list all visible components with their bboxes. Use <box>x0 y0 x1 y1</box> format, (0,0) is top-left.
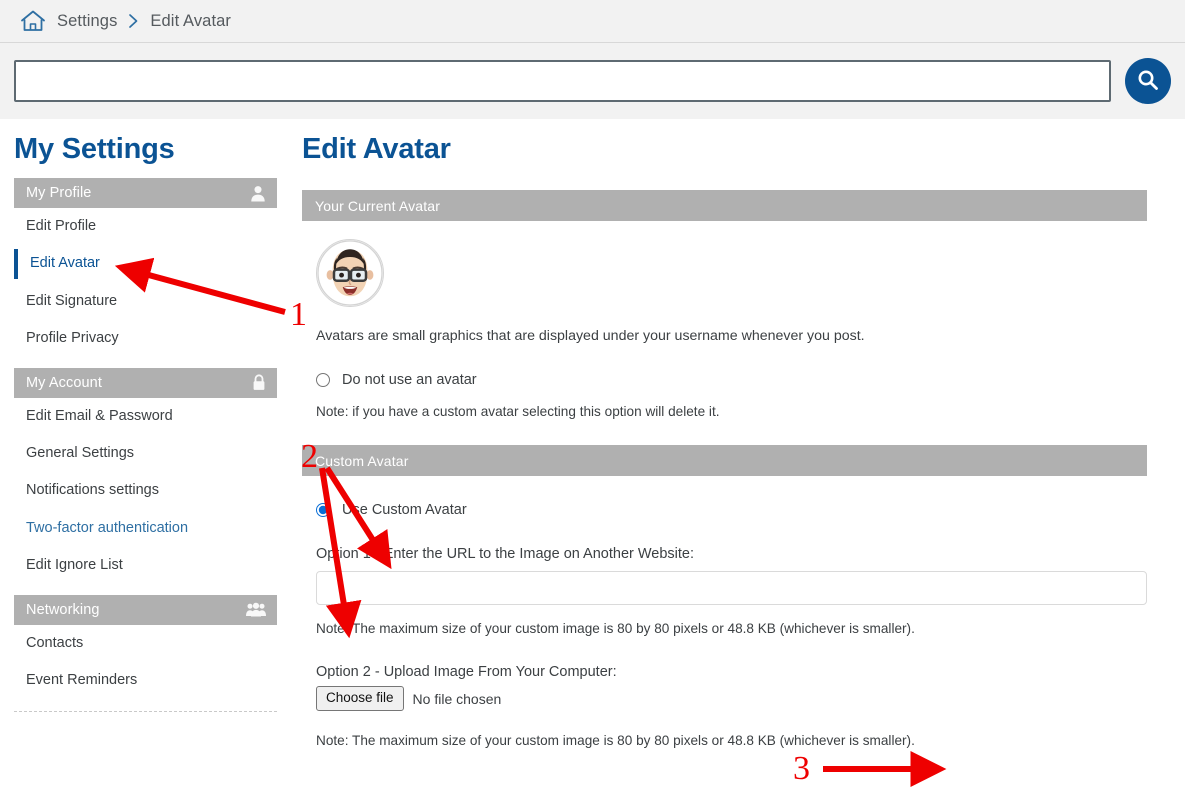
sidebar-item-label: Contacts <box>26 634 84 651</box>
sidebar-group-my-account: My Account <box>14 367 277 398</box>
section-body-custom-avatar: Use Custom Avatar Option 1 - Enter the U… <box>302 502 1147 800</box>
avatar <box>316 239 384 307</box>
sidebar-group-label: Networking <box>26 601 100 618</box>
sidebar-item-event-reminders[interactable]: Event Reminders <box>14 662 277 699</box>
sidebar-item-label: Event Reminders <box>26 671 138 688</box>
section-header-custom-avatar: Custom Avatar <box>302 445 1147 477</box>
search-input[interactable] <box>14 60 1111 102</box>
page-body: My Settings My Profile Edit Profile Edit… <box>0 119 1185 800</box>
sidebar-item-contacts[interactable]: Contacts <box>14 625 277 662</box>
sidebar-item-notifications-settings[interactable]: Notifications settings <box>14 472 277 509</box>
no-avatar-radio[interactable] <box>316 373 330 388</box>
use-custom-avatar-radio[interactable] <box>316 503 330 518</box>
avatar-description: Avatars are small graphics that are disp… <box>316 328 865 344</box>
sidebar-item-label: Edit Profile <box>26 218 97 234</box>
no-avatar-note: Note: if you have a custom avatar select… <box>316 404 720 420</box>
user-icon <box>250 185 266 202</box>
option2-note: Note: The maximum size of your custom im… <box>316 733 915 749</box>
sidebar-item-edit-profile[interactable]: Edit Profile <box>14 208 277 245</box>
sidebar-item-label: Edit Signature <box>26 292 118 309</box>
no-avatar-option-row: Do not use an avatar <box>316 372 1147 388</box>
no-avatar-label[interactable]: Do not use an avatar <box>342 372 477 388</box>
sidebar-item-edit-email-password[interactable]: Edit Email & Password <box>14 398 277 435</box>
chevron-right-icon <box>128 13 139 29</box>
search-button[interactable] <box>1125 58 1171 104</box>
sidebar-group-label: My Profile <box>26 185 92 201</box>
sidebar-item-label: Two-factor authentication <box>26 519 189 536</box>
sidebar-divider <box>14 711 277 713</box>
sidebar-group-my-profile: My Profile <box>14 178 277 208</box>
main-content: Edit Avatar Your Current Avatar Avatars … <box>292 119 1185 800</box>
group-icon <box>246 602 266 617</box>
file-status-label: No file chosen <box>412 690 502 707</box>
lock-icon <box>252 374 266 391</box>
sidebar-item-two-factor-authentication[interactable]: Two-factor authentication <box>14 510 277 547</box>
section-header-label: Custom Avatar <box>315 452 409 469</box>
option1-note: Note: The maximum size of your custom im… <box>316 621 915 637</box>
file-upload-row: Choose file No file chosen <box>316 686 1147 712</box>
avatar-url-input[interactable] <box>316 571 1147 606</box>
settings-sidebar: My Settings My Profile Edit Profile Edit… <box>0 119 292 713</box>
breadcrumb-item-settings[interactable]: Settings <box>57 12 117 31</box>
search-bar <box>0 43 1185 119</box>
section-header-current-avatar: Your Current Avatar <box>302 190 1147 221</box>
sidebar-title: My Settings <box>14 133 175 165</box>
sidebar-item-label: General Settings <box>26 444 135 461</box>
search-icon <box>1135 67 1161 96</box>
section-header-label: Your Current Avatar <box>315 197 441 214</box>
breadcrumb-item-current: Edit Avatar <box>150 11 232 30</box>
home-icon[interactable] <box>20 9 46 33</box>
sidebar-item-profile-privacy[interactable]: Profile Privacy <box>14 320 277 357</box>
sidebar-item-edit-signature[interactable]: Edit Signature <box>14 283 277 320</box>
choose-file-button[interactable]: Choose file <box>316 686 404 712</box>
sidebar-group-networking: Networking <box>14 594 277 625</box>
page-title: Edit Avatar <box>302 133 451 165</box>
use-custom-avatar-row: Use Custom Avatar <box>316 502 1147 518</box>
sidebar-item-label: Edit Email & Password <box>26 407 173 424</box>
sidebar-item-label: Notifications settings <box>26 482 159 499</box>
use-custom-avatar-label[interactable]: Use Custom Avatar <box>342 502 467 518</box>
sidebar-item-edit-ignore-list[interactable]: Edit Ignore List <box>14 547 277 584</box>
sidebar-group-label: My Account <box>26 374 102 391</box>
option1-label: Option 1 - Enter the URL to the Image on… <box>316 546 695 563</box>
sidebar-item-label: Edit Ignore List <box>26 557 123 574</box>
avatar-container <box>316 221 1147 307</box>
sidebar-item-label: Profile Privacy <box>26 330 119 347</box>
option2-label: Option 2 - Upload Image From Your Comput… <box>316 664 617 681</box>
breadcrumb-bar: Settings Edit Avatar <box>0 0 1185 43</box>
sidebar-item-edit-avatar[interactable]: Edit Avatar <box>14 245 277 282</box>
section-body-current-avatar: Avatars are small graphics that are disp… <box>302 221 1147 419</box>
sidebar-item-general-settings[interactable]: General Settings <box>14 435 277 472</box>
sidebar-item-label: Edit Avatar <box>30 255 100 272</box>
